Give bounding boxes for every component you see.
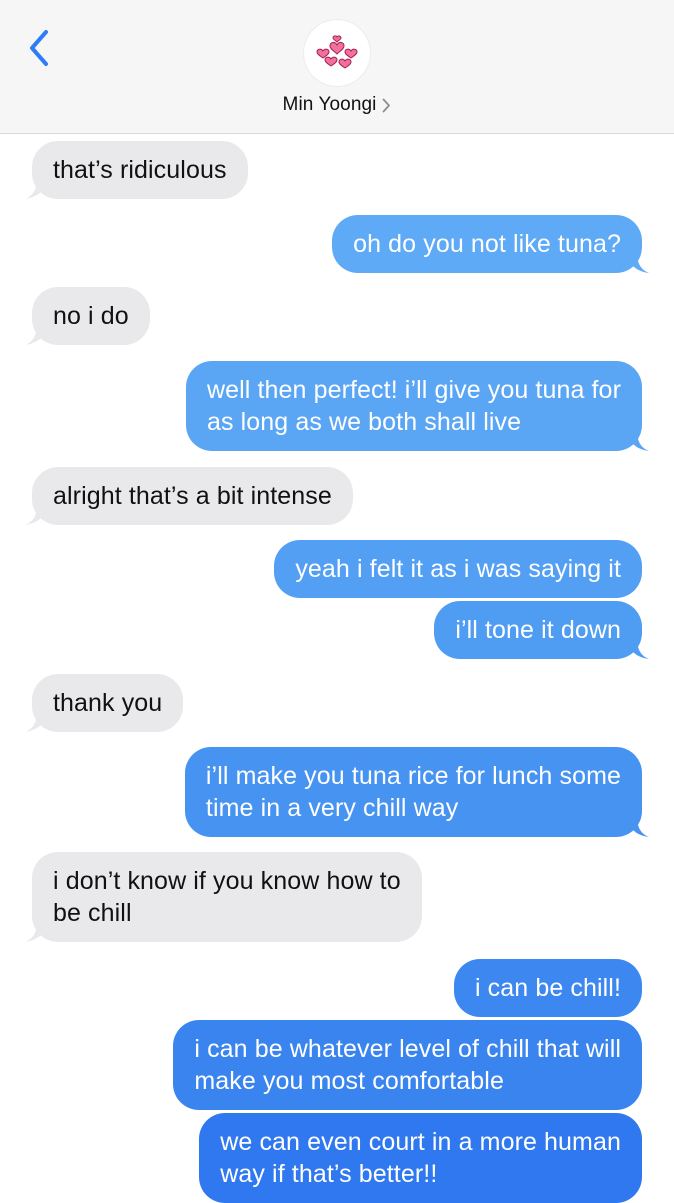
- contact-name: Min Yoongi: [282, 94, 377, 115]
- message-text-line: i don’t know if you know how to: [53, 867, 401, 895]
- bubble-tail: [25, 323, 47, 345]
- bubble-tail: [25, 503, 47, 525]
- message-text-line: i can be whatever level of chill that wi…: [194, 1035, 621, 1063]
- message-text-line: way if that’s better!!: [220, 1160, 438, 1188]
- sent-message[interactable]: i can be whatever level of chill that wi…: [173, 1020, 642, 1110]
- message-text: i’ll tone it down: [455, 616, 621, 644]
- bubble-tail: [25, 710, 47, 732]
- message-text: yeah i felt it as i was saying it: [295, 555, 621, 583]
- contact-avatar[interactable]: [304, 20, 370, 86]
- chevron-left-icon: [30, 30, 48, 66]
- bubble-tail: [627, 429, 649, 451]
- hearts-icon: [316, 35, 358, 69]
- bubble-tail: [25, 177, 47, 199]
- message-text-line: as long as we both shall live: [206, 408, 522, 436]
- message-text-line: we can even court in a more human: [220, 1128, 621, 1156]
- received-message[interactable]: no i do: [25, 287, 150, 345]
- bubble-tail: [627, 251, 649, 273]
- bubble-tail: [25, 920, 47, 942]
- message-thread[interactable]: that’s ridiculous oh do you not like tun…: [0, 133, 674, 1203]
- message-text-line: well then perfect! i’ll give you tuna fo…: [206, 376, 621, 404]
- received-message[interactable]: thank you: [25, 674, 184, 732]
- sent-message[interactable]: oh do you not like tuna?: [332, 215, 649, 273]
- bubble-tail: [627, 637, 649, 659]
- message-text-line: time in a very chill way: [205, 794, 459, 822]
- chevron-right-icon: [382, 98, 391, 113]
- message-text: i can be chill!: [474, 974, 621, 1002]
- sent-message[interactable]: i can be chill!: [453, 959, 642, 1017]
- contact-name-button[interactable]: Min Yoongi: [0, 91, 674, 119]
- sent-message[interactable]: yeah i felt it as i was saying it: [274, 540, 642, 598]
- message-text-line: i’ll make you tuna rice for lunch some: [205, 762, 621, 790]
- message-text: no i do: [53, 302, 129, 330]
- received-message[interactable]: that’s ridiculous: [25, 141, 248, 199]
- message-text-line: make you most comfortable: [194, 1067, 504, 1095]
- received-message[interactable]: alright that’s a bit intense: [25, 467, 353, 525]
- message-text: that’s ridiculous: [53, 156, 227, 184]
- conversation-header: Min Yoongi: [0, 0, 674, 134]
- bubble-tail: [627, 815, 649, 837]
- message-text: alright that’s a bit intense: [53, 482, 332, 510]
- sent-message[interactable]: i’ll make you tuna rice for lunch some t…: [184, 747, 649, 837]
- sent-message[interactable]: i’ll tone it down: [434, 601, 649, 659]
- message-text-line: be chill: [53, 899, 132, 927]
- back-button[interactable]: [22, 26, 56, 70]
- sent-message[interactable]: well then perfect! i’ll give you tuna fo…: [185, 361, 649, 451]
- message-text: thank you: [53, 689, 163, 717]
- message-text: oh do you not like tuna?: [353, 230, 621, 258]
- received-message[interactable]: i don’t know if you know how to be chill: [25, 852, 422, 942]
- sent-message[interactable]: we can even court in a more human way if…: [199, 1113, 642, 1203]
